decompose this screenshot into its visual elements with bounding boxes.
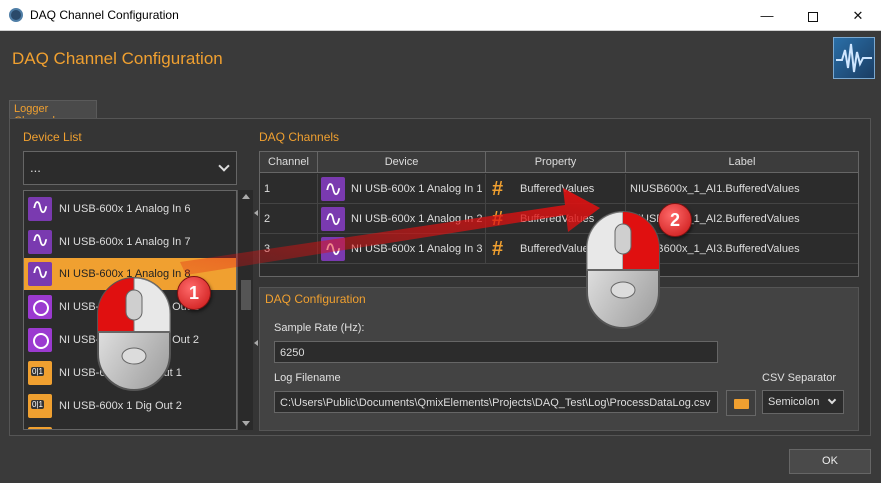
list-item-label: NI USB-600x 1 Analog Out 2	[59, 334, 200, 346]
step-2-badge: 2	[658, 203, 692, 237]
device-cell-text: NI USB-600x 1 Analog In 1	[351, 183, 483, 195]
ok-button[interactable]: OK	[789, 449, 871, 474]
sine-wave-icon	[321, 235, 345, 264]
device-cell-text: NI USB-600x 1 Analog In 2	[351, 213, 483, 225]
sine-wave-icon	[28, 228, 52, 254]
daq-channels-table[interactable]: Channel Device Property Label 1 NI USB-6…	[259, 151, 859, 277]
device-cell: NI USB-600x 1 Analog In 1	[318, 174, 486, 204]
chevron-down-icon	[218, 160, 230, 172]
app-icon	[9, 8, 23, 22]
dialog-title: DAQ Channel Configuration	[12, 49, 223, 68]
sine-wave-icon	[321, 175, 345, 204]
hash-icon: #	[492, 208, 504, 230]
device-list-label: Device List	[23, 130, 82, 144]
step-1-badge: 1	[177, 276, 211, 310]
csv-separator-select[interactable]: Semicolon	[762, 390, 844, 414]
log-filename-label: Log Filename	[274, 372, 341, 384]
device-filter-value: ...	[30, 160, 41, 175]
log-filename-input[interactable]: C:\Users\Public\Documents\QmixElements\P…	[274, 391, 718, 413]
device-list-scrollbar[interactable]	[237, 190, 253, 430]
digital-out-icon	[28, 394, 52, 418]
property-cell-text: BufferedValues	[520, 183, 595, 195]
waveform-logo-icon	[833, 37, 875, 79]
property-cell-text: BufferedValues	[520, 243, 595, 255]
csv-separator-value: Semicolon	[768, 396, 820, 408]
list-item[interactable]: NI USB-600x 1 Dig Out 2	[24, 390, 236, 422]
label-cell: NIUSB600x_1_AI3.BufferedValues	[630, 243, 800, 255]
list-item[interactable]: NI USB-600x 1 Dig Out 1	[24, 357, 236, 389]
device-filter-dropdown[interactable]: ...	[23, 151, 237, 185]
device-cell: NI USB-600x 1 Analog In 3	[318, 234, 486, 264]
column-header[interactable]: Device	[318, 152, 486, 173]
list-item-label: NI USB-600x 1 Analog Out 1	[59, 301, 200, 313]
hash-icon: #	[492, 238, 504, 260]
list-item-label: NI USB-600x 1 Dig Out 2	[59, 400, 182, 412]
window-title: DAQ Channel Configuration	[30, 8, 179, 22]
maximize-button[interactable]	[790, 0, 836, 31]
column-header[interactable]: Property	[486, 152, 626, 173]
list-item[interactable]: NI USB-600x 1 Analog In 7	[24, 226, 236, 258]
property-cell: # BufferedValues	[486, 174, 626, 204]
browse-folder-button[interactable]	[726, 390, 756, 416]
device-cell-text: NI USB-600x 1 Analog In 3	[351, 243, 483, 255]
column-header[interactable]: Label	[626, 152, 858, 173]
daq-channels-label: DAQ Channels	[259, 130, 340, 144]
csv-separator-label: CSV Separator	[762, 372, 836, 384]
sample-rate-input[interactable]: 6250	[274, 341, 718, 363]
daq-configuration-label: DAQ Configuration	[265, 292, 366, 306]
list-item-label: NI USB-600x 1 Analog In 7	[59, 236, 191, 248]
list-item-label: NI USB-600x 1 Dig Out 1	[59, 367, 182, 379]
list-item[interactable]	[24, 423, 236, 429]
digital-out-icon	[28, 361, 52, 385]
column-header[interactable]: Channel	[260, 152, 318, 173]
maximize-icon	[808, 11, 818, 22]
device-list[interactable]: NI USB-600x 1 Analog In 6 NI USB-600x 1 …	[23, 190, 237, 430]
sine-wave-icon	[321, 205, 345, 234]
list-item[interactable]: NI USB-600x 1 Analog In 6	[24, 193, 236, 225]
list-item-label: NI USB-600x 1 Analog In 6	[59, 203, 191, 215]
chevron-down-icon	[827, 395, 837, 405]
list-item-label: NI USB-600x 1 Analog In 8	[59, 268, 191, 280]
scroll-up-icon[interactable]	[242, 194, 250, 199]
channel-cell: 3	[260, 234, 318, 264]
collapse-left-icon[interactable]	[254, 340, 258, 346]
hash-icon: #	[492, 178, 504, 200]
collapse-left-icon[interactable]	[254, 210, 258, 216]
table-row[interactable]: 2 NI USB-600x 1 Analog In 2 # BufferedVa…	[260, 204, 858, 234]
list-item[interactable]: NI USB-600x 1 Analog Out 2	[24, 324, 236, 356]
dialog-header: DAQ Channel Configuration	[0, 31, 881, 86]
minimize-button[interactable]: —	[744, 0, 790, 31]
tab-logger-channels[interactable]: Logger Channels	[9, 100, 97, 127]
table-row[interactable]: 1 NI USB-600x 1 Analog In 1 # BufferedVa…	[260, 174, 858, 204]
sample-rate-label: Sample Rate (Hz):	[274, 322, 365, 334]
channel-cell: 1	[260, 174, 318, 204]
gauge-icon	[28, 295, 52, 319]
scroll-down-icon[interactable]	[242, 421, 250, 426]
property-cell-text: BufferedValues	[520, 213, 595, 225]
sine-wave-icon	[28, 195, 52, 221]
window-titlebar: DAQ Channel Configuration — ✕	[0, 0, 881, 31]
property-cell: # BufferedValues	[486, 204, 626, 234]
channel-cell: 2	[260, 204, 318, 234]
table-row[interactable]: 3 NI USB-600x 1 Analog In 3 # BufferedVa…	[260, 234, 858, 264]
sine-wave-icon	[28, 260, 52, 286]
digital-out-icon	[28, 427, 52, 429]
close-button[interactable]: ✕	[835, 0, 881, 31]
gauge-icon	[28, 328, 52, 352]
label-cell: NIUSB600x_1_AI1.BufferedValues	[630, 183, 800, 195]
device-cell: NI USB-600x 1 Analog In 2	[318, 204, 486, 234]
property-cell: # BufferedValues	[486, 234, 626, 264]
scroll-thumb[interactable]	[241, 280, 251, 310]
